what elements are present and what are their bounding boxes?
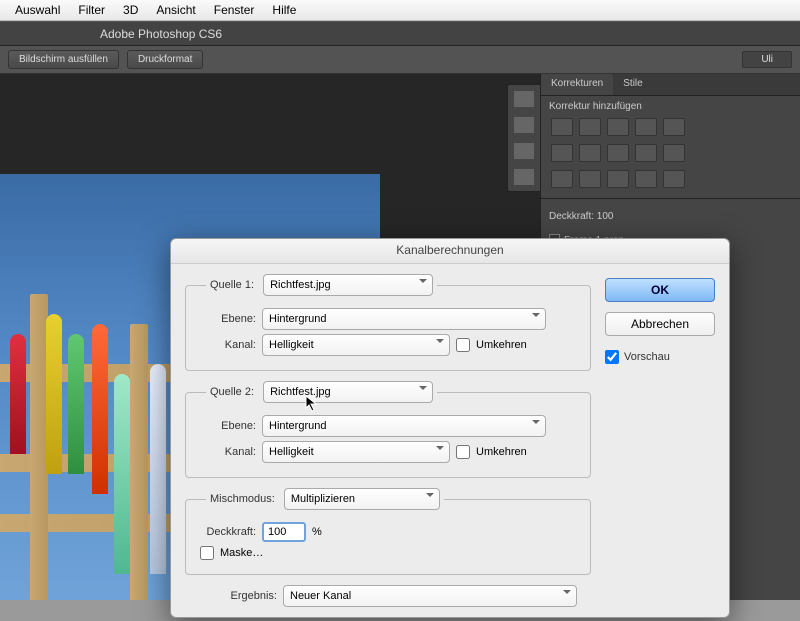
menu-3d[interactable]: 3D [114, 3, 147, 17]
threshold-icon[interactable] [607, 170, 629, 188]
hue-icon[interactable] [551, 144, 573, 162]
options-bar: Bildschirm ausfüllen Druckformat Uli [0, 46, 800, 74]
lut-icon[interactable] [663, 144, 685, 162]
panel-icon-1[interactable] [514, 91, 534, 107]
opacity-label: Deckkraft: [196, 526, 256, 538]
source2-layer-select[interactable]: Hintergrund [262, 415, 546, 437]
app-title: Adobe Photoshop CS6 [100, 27, 222, 41]
bw-icon[interactable] [579, 144, 601, 162]
workspace-switcher[interactable]: Uli [742, 51, 792, 68]
source1-layer-select[interactable]: Hintergrund [262, 308, 546, 330]
ok-button[interactable]: OK [605, 278, 715, 302]
source1-channel-label: Kanal: [196, 339, 256, 351]
mini-panel-dock [507, 84, 541, 192]
source2-invert-label: Umkehren [476, 446, 527, 458]
tab-korrekturen[interactable]: Korrekturen [541, 74, 613, 95]
posterize-icon[interactable] [579, 170, 601, 188]
menu-hilfe[interactable]: Hilfe [263, 3, 305, 17]
print-format-button[interactable]: Druckformat [127, 50, 203, 69]
source1-invert-label: Umkehren [476, 339, 527, 351]
blending-group: Mischmodus: Multiplizieren Deckkraft: % … [185, 488, 591, 575]
source1-legend: Quelle 1: [210, 279, 254, 291]
opacity-input[interactable] [262, 522, 306, 542]
panel-icon-4[interactable] [514, 169, 534, 185]
menu-ansicht[interactable]: Ansicht [147, 3, 204, 17]
preview-checkbox[interactable] [605, 350, 619, 364]
source1-invert-checkbox[interactable] [456, 338, 470, 352]
source1-layer-label: Ebene: [196, 313, 256, 325]
panel-icon-3[interactable] [514, 143, 534, 159]
workspace: Korrekturen Stile Korrektur hinzufügen [0, 74, 800, 600]
source2-channel-select[interactable]: Helligkeit [262, 441, 450, 463]
source2-channel-label: Kanal: [196, 446, 256, 458]
fill-screen-button[interactable]: Bildschirm ausfüllen [8, 50, 119, 69]
exposure-icon[interactable] [635, 118, 657, 136]
brightness-icon[interactable] [551, 118, 573, 136]
dialog-title: Kanalberechnungen [171, 239, 729, 264]
opacity-suffix: % [312, 526, 322, 538]
source2-invert-checkbox[interactable] [456, 445, 470, 459]
preview-label: Vorschau [624, 351, 670, 363]
gradient-map-icon[interactable] [635, 170, 657, 188]
mask-label: Maske… [220, 547, 263, 559]
adjustments-subtitle: Korrektur hinzufügen [541, 96, 800, 114]
blend-mode-select[interactable]: Multiplizieren [284, 488, 440, 510]
photo-filter-icon[interactable] [607, 144, 629, 162]
selective-icon[interactable] [663, 170, 685, 188]
cancel-button[interactable]: Abbrechen [605, 312, 715, 336]
blend-label: Mischmodus: [210, 493, 275, 505]
mask-checkbox[interactable] [200, 546, 214, 560]
invert-icon[interactable] [551, 170, 573, 188]
menu-auswahl[interactable]: Auswahl [6, 3, 69, 17]
vibrance-icon[interactable] [663, 118, 685, 136]
calculations-dialog: Kanalberechnungen Quelle 1: Richtfest.jp… [170, 238, 730, 618]
source2-file-select[interactable]: Richtfest.jpg [263, 381, 433, 403]
tab-stile[interactable]: Stile [613, 74, 652, 95]
os-menubar[interactable]: Auswahl Filter 3D Ansicht Fenster Hilfe [0, 0, 800, 21]
levels-icon[interactable] [579, 118, 601, 136]
source2-layer-label: Ebene: [196, 420, 256, 432]
source2-group: Quelle 2: Richtfest.jpg Ebene: Hintergru… [185, 381, 591, 478]
opacity-row: Deckkraft: 100 [541, 205, 800, 228]
source2-legend: Quelle 2: [210, 386, 254, 398]
source1-group: Quelle 1: Richtfest.jpg Ebene: Hintergru… [185, 274, 591, 371]
app-titlebar: Adobe Photoshop CS6 [0, 21, 800, 46]
curves-icon[interactable] [607, 118, 629, 136]
result-select[interactable]: Neuer Kanal [283, 585, 577, 607]
source1-file-select[interactable]: Richtfest.jpg [263, 274, 433, 296]
channel-mixer-icon[interactable] [635, 144, 657, 162]
result-label: Ergebnis: [185, 590, 277, 602]
source1-channel-select[interactable]: Helligkeit [262, 334, 450, 356]
menu-filter[interactable]: Filter [69, 3, 114, 17]
menu-fenster[interactable]: Fenster [205, 3, 264, 17]
panel-icon-2[interactable] [514, 117, 534, 133]
